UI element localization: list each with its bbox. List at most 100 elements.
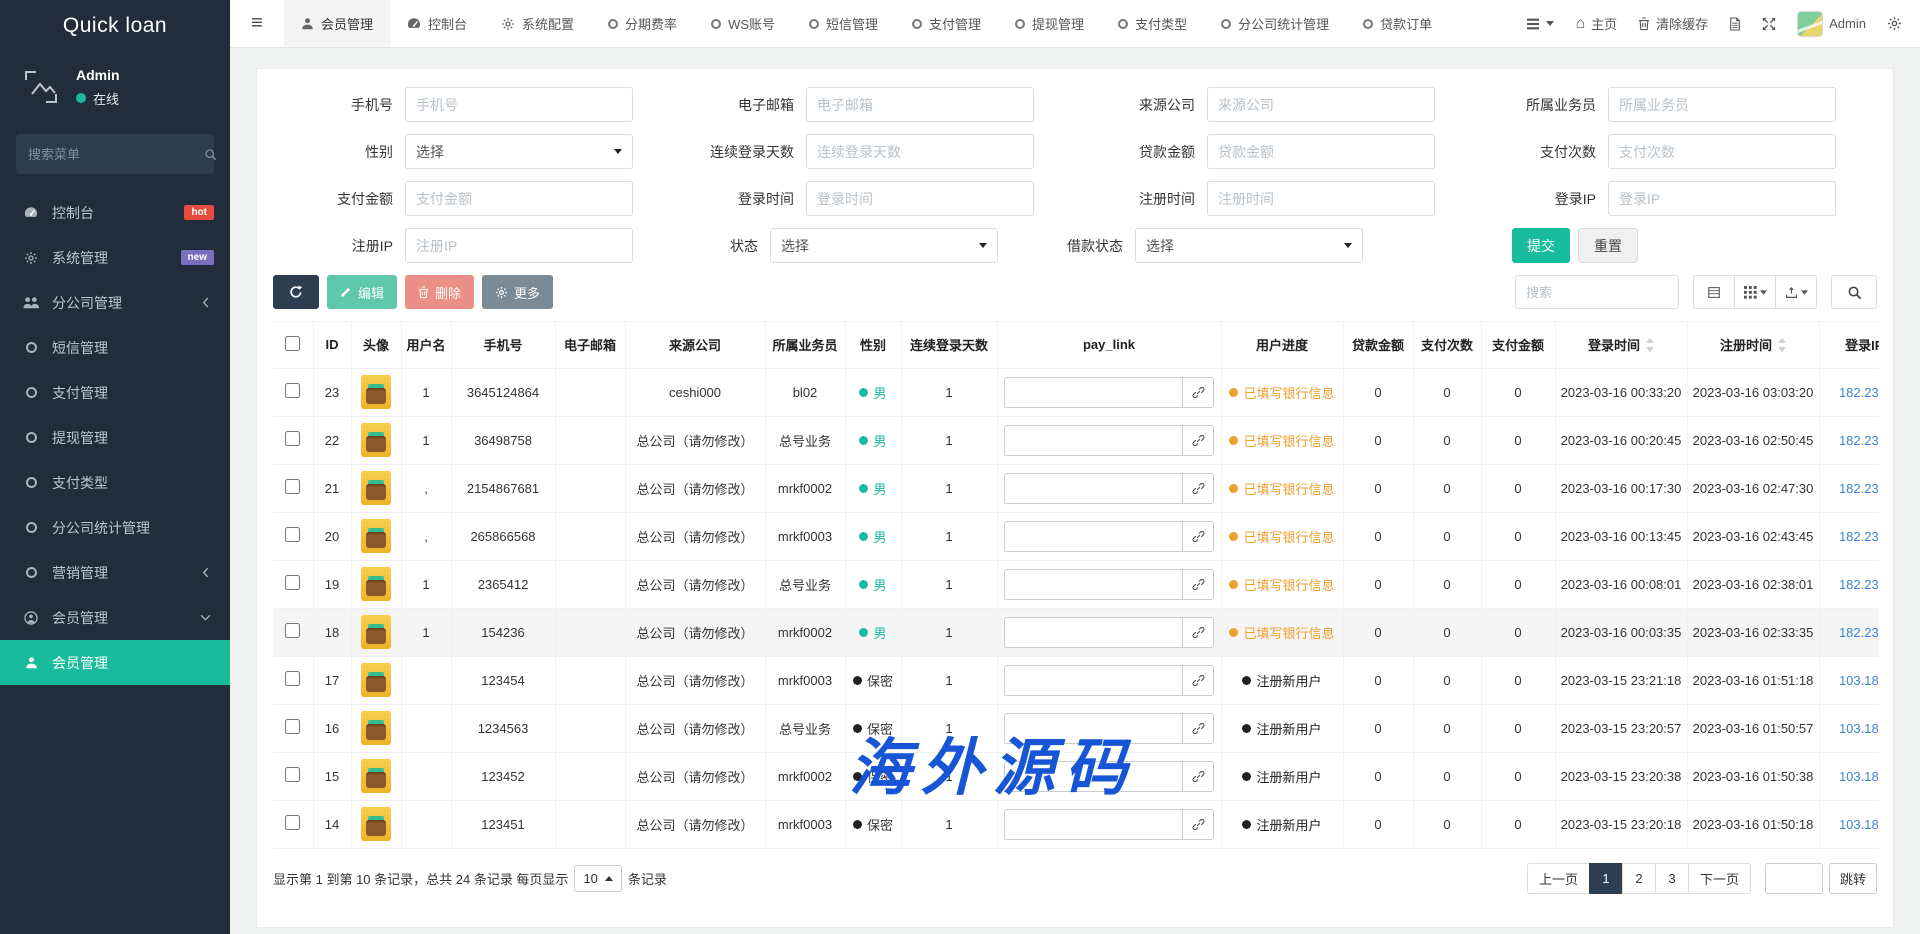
fullscreen-button[interactable]	[1762, 17, 1776, 31]
filter-select-借款状态[interactable]: 选择	[1135, 228, 1363, 263]
sidebar-item-member[interactable]: 会员管理	[0, 640, 230, 685]
admin-menu[interactable]: Admin	[1797, 11, 1866, 37]
filter-input-注册时间[interactable]	[1207, 181, 1435, 216]
page-size-dropdown[interactable]: 10	[574, 865, 621, 892]
row-checkbox[interactable]	[285, 527, 300, 542]
tab-sms[interactable]: 短信管理	[792, 0, 895, 47]
sidebar-item-marketing[interactable]: 营销管理	[0, 550, 230, 595]
export-button[interactable]	[1775, 275, 1817, 309]
jump-button[interactable]: 跳转	[1829, 863, 1877, 894]
tab-dashboard[interactable]: 控制台	[390, 0, 484, 47]
login-ip-link[interactable]: 103.187.	[1839, 673, 1879, 688]
filter-input-连续登录天数[interactable]	[806, 134, 1034, 169]
delete-button[interactable]: 删除	[405, 275, 474, 309]
menu-search-input[interactable]	[28, 147, 204, 162]
filter-select-性别[interactable]: 选择	[405, 134, 633, 169]
filter-input-支付金额[interactable]	[405, 181, 633, 216]
page-button-3[interactable]: 3	[1655, 863, 1689, 894]
search-submit-button[interactable]	[1831, 275, 1877, 309]
tab-branch-stats[interactable]: 分公司统计管理	[1204, 0, 1346, 47]
select-all-checkbox[interactable]	[285, 336, 300, 351]
login-ip-link[interactable]: 182.239.	[1839, 433, 1879, 448]
log-button[interactable]	[1729, 17, 1741, 31]
tab-payment[interactable]: 支付管理	[895, 0, 998, 47]
tab-installment-rate[interactable]: 分期费率	[591, 0, 694, 47]
row-checkbox[interactable]	[285, 815, 300, 830]
row-checkbox[interactable]	[285, 671, 300, 686]
submit-button[interactable]: 提交	[1512, 228, 1570, 263]
sidebar-item-payment[interactable]: 支付管理	[0, 370, 230, 415]
prev-page-button[interactable]: 上一页	[1527, 863, 1590, 894]
sidebar-item-sms[interactable]: 短信管理	[0, 325, 230, 370]
reset-button[interactable]: 重置	[1578, 228, 1638, 263]
filter-input-所属业务员[interactable]	[1608, 87, 1836, 122]
tab-ws-account[interactable]: WS账号	[694, 0, 792, 47]
login-ip-link[interactable]: 103.187.	[1839, 769, 1879, 784]
link-button[interactable]	[1182, 473, 1214, 504]
pay-link-input[interactable]	[1004, 521, 1182, 552]
pay-link-input[interactable]	[1004, 425, 1182, 456]
filter-input-来源公司[interactable]	[1207, 87, 1435, 122]
login-ip-link[interactable]: 103.187.	[1839, 817, 1879, 832]
login-ip-link[interactable]: 182.239.	[1839, 385, 1879, 400]
login-ip-link[interactable]: 182.239.	[1839, 625, 1879, 640]
sidebar-item-withdraw[interactable]: 提现管理	[0, 415, 230, 460]
link-button[interactable]	[1182, 713, 1214, 744]
pay-link-input[interactable]	[1004, 713, 1182, 744]
tab-system-config[interactable]: 系统配置	[484, 0, 591, 47]
tab-list-menu-button[interactable]	[1526, 18, 1554, 30]
row-checkbox[interactable]	[285, 383, 300, 398]
link-button[interactable]	[1182, 761, 1214, 792]
pay-link-input[interactable]	[1004, 809, 1182, 840]
link-button[interactable]	[1182, 617, 1214, 648]
row-checkbox[interactable]	[285, 719, 300, 734]
tab-paytype[interactable]: 支付类型	[1101, 0, 1204, 47]
table-search-input[interactable]	[1515, 275, 1679, 309]
row-checkbox[interactable]	[285, 431, 300, 446]
filter-input-贷款金额[interactable]	[1207, 134, 1435, 169]
more-button[interactable]: 更多	[482, 275, 553, 309]
next-page-button[interactable]: 下一页	[1688, 863, 1751, 894]
row-checkbox[interactable]	[285, 767, 300, 782]
pay-link-input[interactable]	[1004, 761, 1182, 792]
link-button[interactable]	[1182, 665, 1214, 696]
link-button[interactable]	[1182, 569, 1214, 600]
tab-withdraw[interactable]: 提现管理	[998, 0, 1101, 47]
home-button[interactable]: ⌂ 主页	[1575, 14, 1617, 33]
sidebar-item-member-group[interactable]: 会员管理	[0, 595, 230, 640]
filter-input-电子邮箱[interactable]	[806, 87, 1034, 122]
sidebar-item-branch[interactable]: 分公司管理	[0, 280, 230, 325]
sidebar-item-system[interactable]: 系统管理new	[0, 235, 230, 280]
login-ip-link[interactable]: 103.187.	[1839, 721, 1879, 736]
clear-cache-button[interactable]: 清除缓存	[1638, 14, 1708, 33]
login-ip-link[interactable]: 182.239.	[1839, 481, 1879, 496]
tab-loan-order[interactable]: 贷款订单	[1346, 0, 1449, 47]
row-checkbox[interactable]	[285, 479, 300, 494]
filter-select-状态[interactable]: 选择	[770, 228, 998, 263]
login-ip-link[interactable]: 182.239.	[1839, 577, 1879, 592]
filter-input-注册IP[interactable]	[405, 228, 633, 263]
row-checkbox[interactable]	[285, 575, 300, 590]
link-button[interactable]	[1182, 521, 1214, 552]
filter-input-手机号[interactable]	[405, 87, 633, 122]
sidebar-item-dashboard[interactable]: 控制台hot	[0, 190, 230, 235]
jump-page-input[interactable]	[1765, 863, 1823, 894]
sidebar-item-paytype[interactable]: 支付类型	[0, 460, 230, 505]
link-button[interactable]	[1182, 809, 1214, 840]
filter-input-登录时间[interactable]	[806, 181, 1034, 216]
page-button-2[interactable]: 2	[1622, 863, 1656, 894]
pay-link-input[interactable]	[1004, 473, 1182, 504]
filter-input-支付次数[interactable]	[1608, 134, 1836, 169]
refresh-button[interactable]	[273, 275, 319, 309]
pay-link-input[interactable]	[1004, 377, 1182, 408]
link-button[interactable]	[1182, 377, 1214, 408]
filter-input-登录IP[interactable]	[1608, 181, 1836, 216]
sidebar-item-branch-stats[interactable]: 分公司统计管理	[0, 505, 230, 550]
row-checkbox[interactable]	[285, 623, 300, 638]
column-header-登录时间[interactable]: 登录时间	[1555, 322, 1687, 368]
pay-link-input[interactable]	[1004, 617, 1182, 648]
settings-button[interactable]	[1887, 16, 1902, 31]
pay-link-input[interactable]	[1004, 665, 1182, 696]
page-button-1[interactable]: 1	[1589, 863, 1623, 894]
link-button[interactable]	[1182, 425, 1214, 456]
